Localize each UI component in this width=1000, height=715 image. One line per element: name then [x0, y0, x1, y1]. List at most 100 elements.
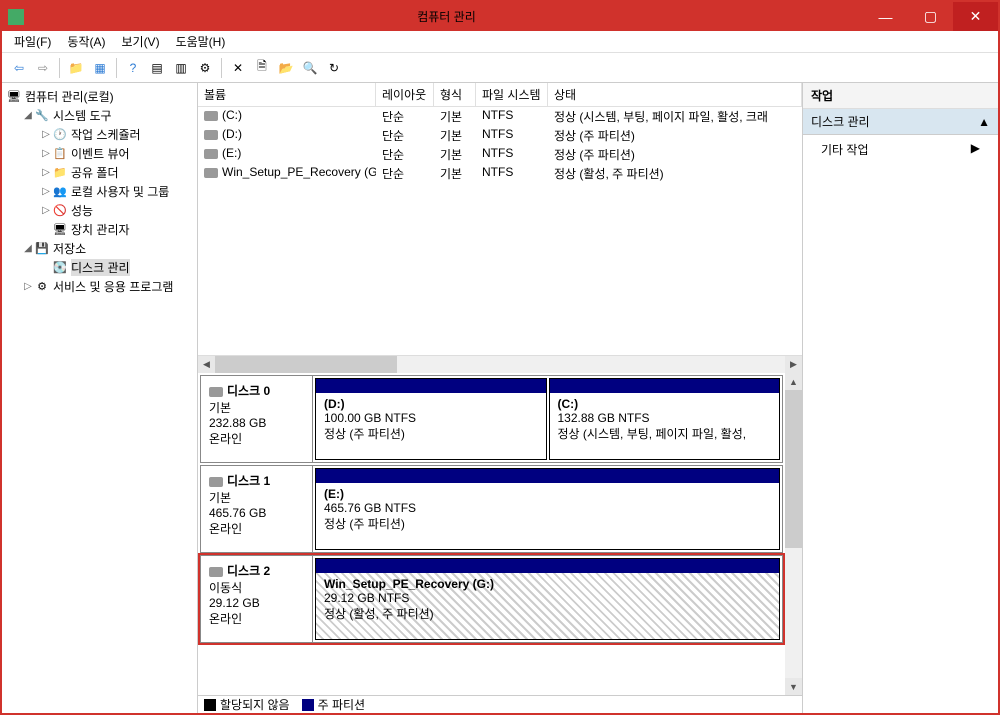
- refresh-button[interactable]: ↻: [323, 57, 345, 79]
- table-row[interactable]: (E:)단순기본NTFS정상 (주 파티션): [198, 145, 802, 164]
- list-button[interactable]: ▥: [170, 57, 192, 79]
- disk-state: 온라인: [209, 610, 304, 627]
- tree-performance[interactable]: ▷🚫성능: [4, 201, 195, 220]
- volume-list: 볼륨 레이아웃 형식 파일 시스템 상태 (C:)단순기본NTFS정상 (시스템…: [198, 83, 802, 373]
- tree-system-tools[interactable]: ◢🔧시스템 도구: [4, 106, 195, 125]
- tile-button[interactable]: ▤: [146, 57, 168, 79]
- scrollbar-thumb[interactable]: [215, 356, 397, 373]
- menu-bar: 파일(F) 동작(A) 보기(V) 도움말(H): [2, 31, 998, 53]
- scrollbar-thumb[interactable]: [785, 390, 802, 548]
- expand-icon[interactable]: ▷: [40, 186, 52, 197]
- expand-icon[interactable]: ▷: [40, 129, 52, 140]
- disk-size: 29.12 GB: [209, 596, 304, 610]
- partition[interactable]: (C:)132.88 GB NTFS정상 (시스템, 부팅, 페이지 파일, 활…: [549, 378, 781, 460]
- properties-button[interactable]: ▦: [89, 57, 111, 79]
- disk-icon: [204, 111, 218, 121]
- toolbar-separator: [116, 58, 117, 78]
- disk-info: 디스크 1기본465.76 GB온라인: [201, 466, 313, 552]
- delete-button[interactable]: ✕: [227, 57, 249, 79]
- minimize-button[interactable]: —: [863, 2, 908, 31]
- menu-help[interactable]: 도움말(H): [168, 31, 234, 52]
- partition[interactable]: (E:)465.76 GB NTFS정상 (주 파티션): [315, 468, 780, 550]
- settings-button[interactable]: ⚙: [194, 57, 216, 79]
- partition-status: 정상 (주 파티션): [324, 425, 538, 442]
- table-row[interactable]: Win_Setup_PE_Recovery (G:)단순기본NTFS정상 (활성…: [198, 164, 802, 183]
- actions-panel: 작업 디스크 관리 ▲ 기타 작업 ▶: [803, 83, 998, 713]
- action2-button[interactable]: 📂: [275, 57, 297, 79]
- disk-row[interactable]: 디스크 0기본232.88 GB온라인(D:)100.00 GB NTFS정상 …: [200, 375, 783, 463]
- actions-header: 작업: [803, 83, 998, 109]
- actions-section-diskmgmt[interactable]: 디스크 관리 ▲: [803, 109, 998, 135]
- disk-row[interactable]: 디스크 2이동식29.12 GB온라인Win_Setup_PE_Recovery…: [200, 555, 783, 643]
- tree-label: 컴퓨터 관리(로컬): [25, 88, 114, 105]
- scroll-left-icon[interactable]: ◀: [198, 356, 215, 373]
- toolbar-separator: [59, 58, 60, 78]
- forward-button[interactable]: ⇨: [32, 57, 54, 79]
- expand-icon[interactable]: ▷: [40, 148, 52, 159]
- collapse-icon[interactable]: ◢: [22, 243, 34, 254]
- expand-icon[interactable]: ▷: [40, 167, 52, 178]
- horizontal-scrollbar[interactable]: ◀ ▶: [198, 355, 802, 372]
- collapse-icon[interactable]: ◢: [22, 110, 34, 121]
- actions-more[interactable]: 기타 작업 ▶: [803, 135, 998, 164]
- tree-shared-folders[interactable]: ▷📁공유 폴더: [4, 163, 195, 182]
- toolbar: ⇦ ⇨ 📁 ▦ ? ▤ ▥ ⚙ ✕ 🗎 📂 🔍 ↻: [2, 53, 998, 83]
- legend-swatch-primary: [302, 699, 314, 711]
- disk-type: 기본: [209, 399, 304, 416]
- col-layout[interactable]: 레이아웃: [376, 83, 434, 106]
- col-type[interactable]: 형식: [434, 83, 476, 106]
- close-button[interactable]: ✕: [953, 2, 998, 31]
- col-filesystem[interactable]: 파일 시스템: [476, 83, 548, 106]
- tree-root[interactable]: 🖥컴퓨터 관리(로컬): [4, 87, 195, 106]
- action1-button[interactable]: 🗎: [251, 57, 273, 79]
- tree-local-users[interactable]: ▷👥로컬 사용자 및 그룹: [4, 182, 195, 201]
- tree-device-manager[interactable]: 🖥장치 관리자: [4, 220, 195, 239]
- legend: 할당되지 않음 주 파티션: [198, 695, 802, 713]
- help-button[interactable]: ?: [122, 57, 144, 79]
- partition[interactable]: Win_Setup_PE_Recovery (G:)29.12 GB NTFS정…: [315, 558, 780, 640]
- menu-action[interactable]: 동작(A): [59, 31, 113, 52]
- partition-status: 정상 (활성, 주 파티션): [324, 605, 771, 622]
- disk-icon: [204, 130, 218, 140]
- partition-header: [316, 559, 779, 573]
- tree-services[interactable]: ▷⚙서비스 및 응용 프로그램: [4, 277, 195, 296]
- scroll-up-icon[interactable]: ▲: [785, 373, 802, 390]
- menu-file[interactable]: 파일(F): [6, 31, 59, 52]
- maximize-button[interactable]: ▢: [908, 2, 953, 31]
- show-hide-tree-button[interactable]: 📁: [65, 57, 87, 79]
- disk-icon: [209, 387, 223, 397]
- back-button[interactable]: ⇦: [8, 57, 30, 79]
- partition-info: 465.76 GB NTFS: [324, 501, 771, 515]
- tree-label: 작업 스케쥴러: [71, 126, 141, 143]
- scroll-right-icon[interactable]: ▶: [785, 356, 802, 373]
- partition-label: (E:): [324, 487, 771, 501]
- partition[interactable]: (D:)100.00 GB NTFS정상 (주 파티션): [315, 378, 547, 460]
- partition-info: 132.88 GB NTFS: [558, 411, 772, 425]
- expand-icon[interactable]: ▷: [22, 281, 34, 292]
- tree-event-viewer[interactable]: ▷📋이벤트 뷰어: [4, 144, 195, 163]
- menu-view[interactable]: 보기(V): [113, 31, 167, 52]
- scroll-down-icon[interactable]: ▼: [785, 678, 802, 695]
- tree-task-scheduler[interactable]: ▷🕐작업 스케쥴러: [4, 125, 195, 144]
- zoom-button[interactable]: 🔍: [299, 57, 321, 79]
- toolbar-separator: [221, 58, 222, 78]
- table-row[interactable]: (C:)단순기본NTFS정상 (시스템, 부팅, 페이지 파일, 활성, 크래: [198, 107, 802, 126]
- window-title: 컴퓨터 관리: [30, 8, 863, 25]
- tree-label: 시스템 도구: [53, 107, 112, 124]
- tree-label: 로컬 사용자 및 그룹: [71, 183, 169, 200]
- navigation-tree[interactable]: 🖥컴퓨터 관리(로컬) ◢🔧시스템 도구 ▷🕐작업 스케쥴러 ▷📋이벤트 뷰어 …: [2, 83, 198, 713]
- disk-row[interactable]: 디스크 1기본465.76 GB온라인(E:)465.76 GB NTFS정상 …: [200, 465, 783, 553]
- expand-icon[interactable]: ▷: [40, 205, 52, 216]
- title-bar: 컴퓨터 관리 — ▢ ✕: [2, 2, 998, 31]
- tree-label: 공유 폴더: [71, 164, 119, 181]
- tree-storage[interactable]: ◢💾저장소: [4, 239, 195, 258]
- disk-size: 232.88 GB: [209, 416, 304, 430]
- disk-size: 465.76 GB: [209, 506, 304, 520]
- legend-primary: 주 파티션: [318, 696, 366, 713]
- partition-status: 정상 (시스템, 부팅, 페이지 파일, 활성,: [558, 425, 772, 442]
- tree-disk-management[interactable]: 💽디스크 관리: [4, 258, 195, 277]
- col-volume[interactable]: 볼륨: [198, 83, 376, 106]
- table-row[interactable]: (D:)단순기본NTFS정상 (주 파티션): [198, 126, 802, 145]
- vertical-scrollbar[interactable]: ▲ ▼: [785, 373, 802, 695]
- col-status[interactable]: 상태: [548, 83, 802, 106]
